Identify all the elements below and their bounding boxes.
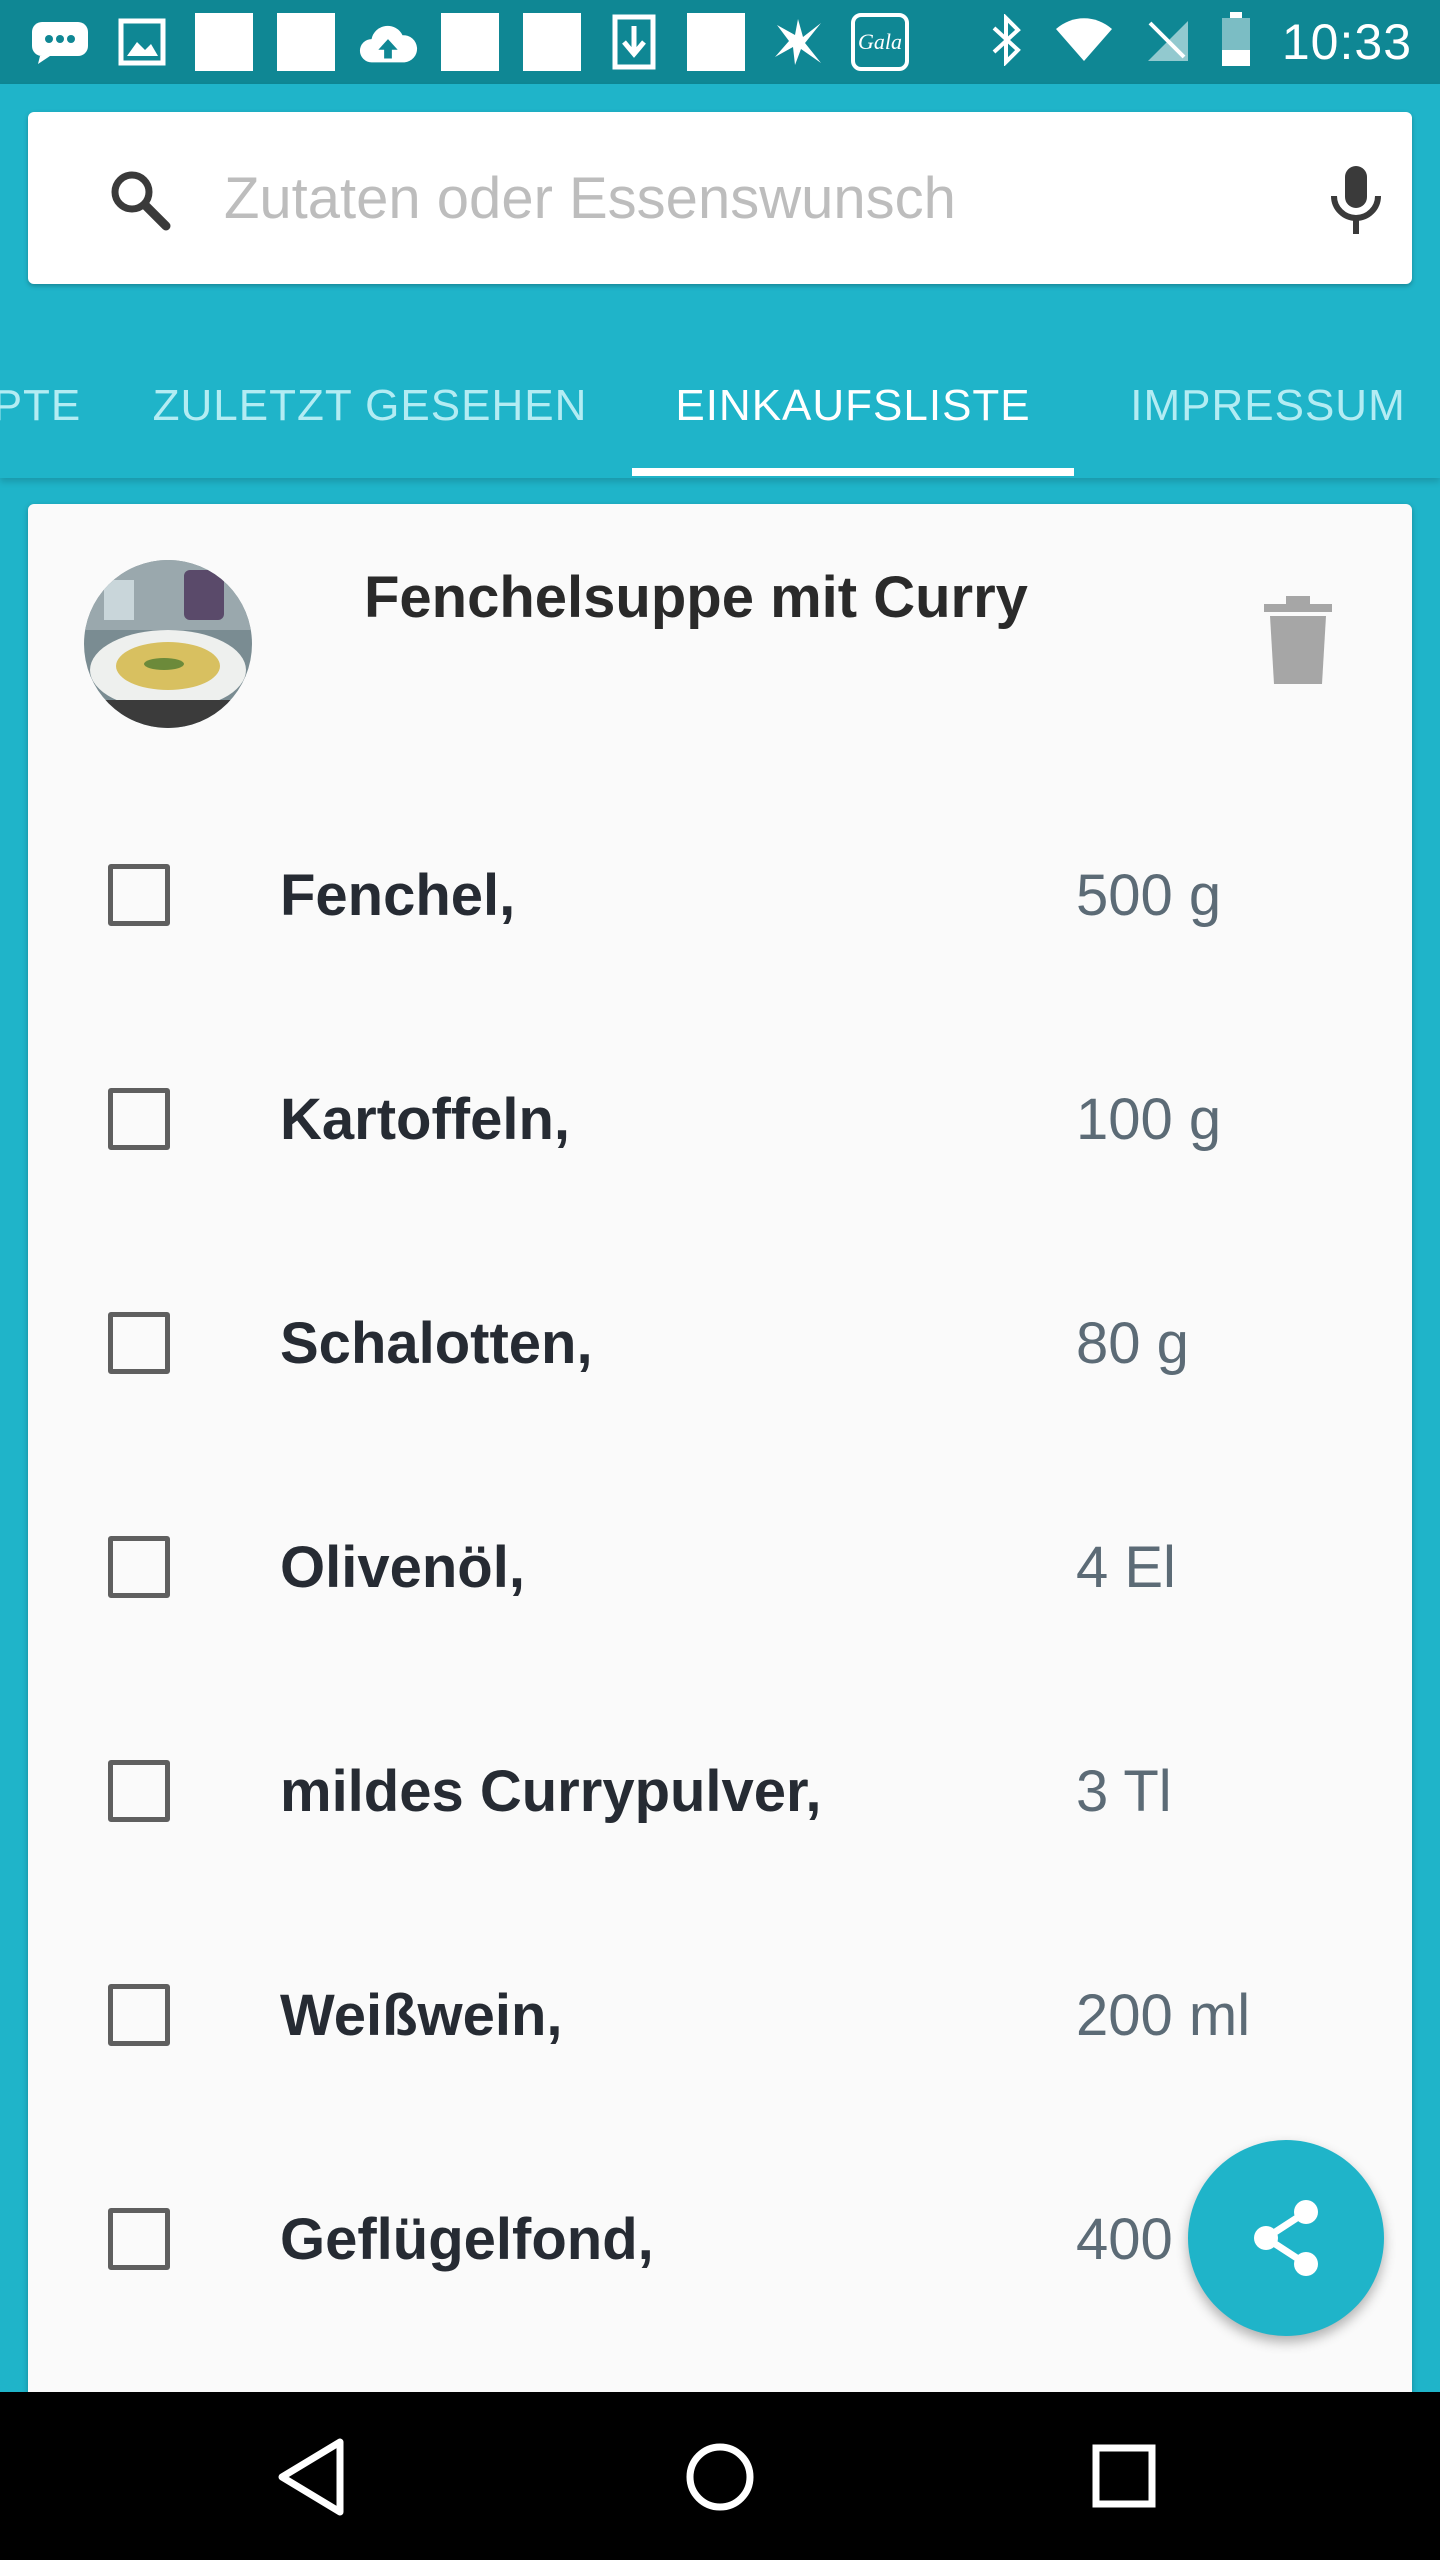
home-icon[interactable] <box>675 2432 765 2522</box>
recipe-thumbnail[interactable] <box>84 560 252 728</box>
ingredient-amount: 4 El <box>1076 1535 1176 1600</box>
ingredient-amount: 400 <box>1076 2207 1173 2272</box>
app-bar: PTE ZULETZT GESEHEN EINKAUFSLISTE IMPRES… <box>0 84 1440 478</box>
ingredient-checkbox[interactable] <box>108 1760 170 1822</box>
share-button[interactable] <box>1188 2140 1384 2336</box>
ingredient-row[interactable]: Weißwein, 200 ml <box>28 1904 1412 2128</box>
ingredient-checkbox[interactable] <box>108 1984 170 2046</box>
recipe-title: Fenchelsuppe mit Curry <box>364 565 1028 630</box>
back-icon[interactable] <box>270 2432 360 2522</box>
starburst-icon <box>768 12 828 72</box>
notification-icons: Gala <box>30 12 910 72</box>
microphone-icon[interactable] <box>1328 164 1384 236</box>
download-icon <box>604 12 664 72</box>
ingredient-name: Schalotten, <box>280 1311 593 1376</box>
no-sim-icon <box>1144 17 1190 68</box>
active-tab-indicator <box>632 468 1074 476</box>
ingredient-amount: 500 g <box>1076 863 1222 928</box>
ingredient-checkbox[interactable] <box>108 1536 170 1598</box>
chat-notification-icon <box>30 12 90 72</box>
white-square-notification-icon <box>194 12 254 72</box>
status-bar: Gala 10:33 <box>0 0 1440 84</box>
ingredient-checkbox[interactable] <box>108 1312 170 1374</box>
ingredient-row[interactable]: Olivenöl, 4 El <box>28 1456 1412 1680</box>
ingredient-amount: 80 g <box>1076 1311 1189 1376</box>
ingredient-amount: 200 ml <box>1076 1983 1251 2048</box>
ingredient-row[interactable]: Fenchel, 500 g <box>28 784 1412 1008</box>
battery-icon <box>1220 11 1252 73</box>
tab-einkaufsliste[interactable]: EINKAUFSLISTE <box>632 334 1074 478</box>
cloud-upload-icon <box>358 12 418 72</box>
share-icon <box>1254 2200 1318 2276</box>
ingredient-checkbox[interactable] <box>108 1088 170 1150</box>
ingredient-name: Fenchel, <box>280 863 516 928</box>
clock: 10:33 <box>1281 14 1412 70</box>
ingredient-name: Geflügelfond, <box>280 2207 654 2272</box>
ingredient-amount: 3 Tl <box>1076 1759 1172 1824</box>
ingredient-name: mildes Currypulver, <box>280 1759 822 1824</box>
white-square-notification-icon <box>276 12 336 72</box>
ingredient-checkbox[interactable] <box>108 864 170 926</box>
ingredient-name: Kartoffeln, <box>280 1087 570 1152</box>
search-icon[interactable] <box>108 168 172 232</box>
ingredient-amount: 100 g <box>1076 1087 1222 1152</box>
search-input[interactable] <box>224 152 1224 244</box>
tab-bar: PTE ZULETZT GESEHEN EINKAUFSLISTE IMPRES… <box>0 334 1440 478</box>
tab-rezepte[interactable]: PTE <box>0 334 82 478</box>
white-square-notification-icon <box>440 12 500 72</box>
ingredient-checkbox[interactable] <box>108 2208 170 2270</box>
recents-icon[interactable] <box>1080 2432 1170 2522</box>
white-square-notification-icon <box>686 12 746 72</box>
shopping-list-card: Fenchelsuppe mit Curry Fenchel, 500 g Ka… <box>28 504 1412 2404</box>
ingredient-name: Weißwein, <box>280 1983 563 2048</box>
ingredient-row[interactable]: mildes Currypulver, 3 Tl <box>28 1680 1412 1904</box>
system-status-icons: 10:33 <box>990 11 1412 73</box>
ingredient-row[interactable]: Kartoffeln, 100 g <box>28 1008 1412 1232</box>
tab-impressum[interactable]: IMPRESSUM <box>1098 334 1438 478</box>
ingredient-name: Olivenöl, <box>280 1535 525 1600</box>
gala-app-icon: Gala <box>850 12 910 72</box>
image-notification-icon <box>112 12 172 72</box>
wifi-icon <box>1054 17 1114 68</box>
search-bar[interactable] <box>28 112 1412 284</box>
bluetooth-icon <box>990 12 1024 71</box>
ingredient-row[interactable]: Schalotten, 80 g <box>28 1232 1412 1456</box>
white-square-notification-icon <box>522 12 582 72</box>
delete-icon[interactable] <box>1260 592 1336 688</box>
tab-zuletzt-gesehen[interactable]: ZULETZT GESEHEN <box>118 334 622 478</box>
navigation-bar <box>0 2392 1440 2560</box>
